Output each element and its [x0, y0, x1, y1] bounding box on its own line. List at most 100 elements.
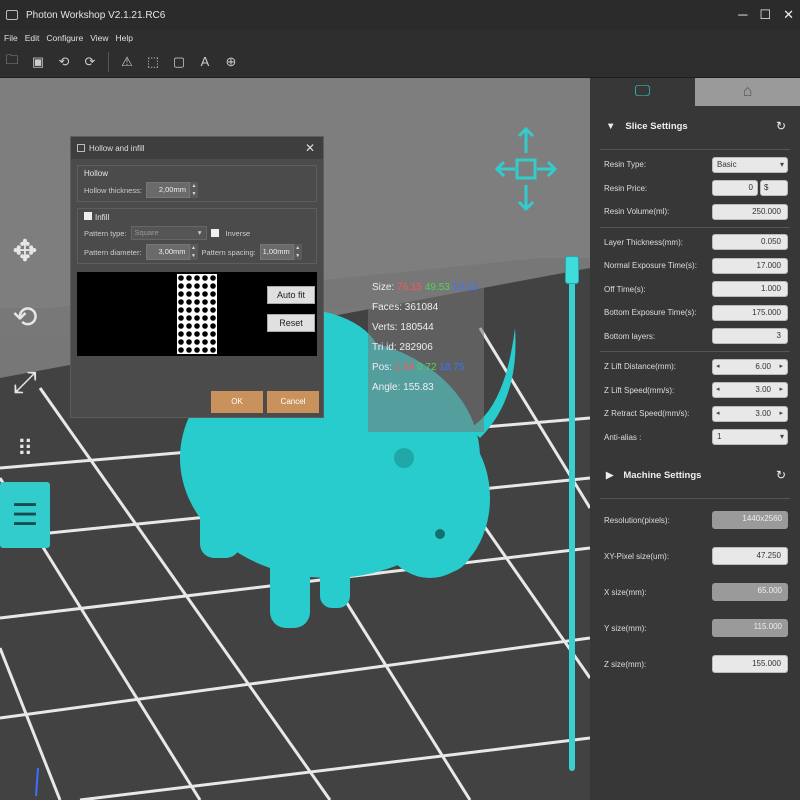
view-navigation-cube[interactable]	[495, 125, 557, 213]
increment-icon[interactable]: ▸	[779, 360, 783, 374]
menu-file[interactable]: File	[4, 33, 18, 43]
resin-volume-input[interactable]: 250.000	[712, 203, 788, 220]
pattern-diameter-stepper[interactable]: 3,00mm ▲ ▼	[145, 244, 198, 260]
reset-button[interactable]: Reset	[267, 314, 315, 332]
hollow-thickness-stepper[interactable]: 2,00mm ▲ ▼	[145, 182, 198, 198]
off-time-input[interactable]: 1.000	[712, 281, 788, 298]
layer-thickness-input[interactable]: 0.050	[712, 234, 788, 251]
decrement-icon[interactable]: ◂	[716, 360, 720, 374]
faces-count: Faces: 361084	[372, 302, 439, 313]
machine-settings-header[interactable]: ▶ Machine Settings ↻	[590, 455, 800, 495]
ok-button[interactable]: OK	[211, 391, 263, 413]
slice-icon[interactable]: ▢	[171, 54, 187, 70]
maximize-button[interactable]: ☐	[759, 7, 771, 23]
app-icon	[6, 10, 18, 20]
resin-type-select[interactable]: Basic	[712, 156, 788, 173]
menu-view[interactable]: View	[90, 33, 108, 43]
size-label: Size:	[372, 282, 395, 293]
inverse-checkbox[interactable]	[210, 229, 219, 237]
layers-icon[interactable]: ☰	[0, 482, 50, 548]
minimize-button[interactable]: ─	[738, 7, 747, 23]
xy-pixel-input[interactable]: 47.250	[712, 547, 788, 565]
hollow-thickness-input[interactable]: 2,00mm	[145, 182, 190, 198]
auto-fit-button[interactable]: Auto fit	[267, 286, 315, 304]
anti-alias-select[interactable]: 1	[712, 429, 788, 446]
tab-slice-settings[interactable]: 🖵	[590, 78, 695, 106]
open-file-icon[interactable]: 🗀	[4, 52, 20, 70]
tab-machine[interactable]: ⌂	[695, 78, 800, 106]
hollow-group: Hollow Hollow thickness: 2,00mm ▲ ▼	[77, 165, 317, 202]
redo-icon[interactable]: ⟳	[82, 54, 98, 70]
z-retract-speed-value[interactable]: 3.00	[755, 409, 771, 418]
undo-icon[interactable]: ⟲	[56, 54, 72, 70]
hollow-infill-dialog: Hollow and infill ✕ Hollow Hollow thickn…	[70, 136, 324, 418]
decrement-icon[interactable]: ◂	[716, 383, 720, 397]
toolbar: 🗀 ▣ ⟲ ⟳ ⚠ ⬚ ▢ A ⊕	[0, 46, 800, 78]
move-icon[interactable]: ✥	[0, 218, 50, 284]
z-retract-speed-spinner[interactable]: ◂ 3.00 ▸	[712, 405, 788, 422]
infill-checkbox[interactable]	[84, 212, 92, 220]
resin-price-label: Resin Price:	[604, 183, 648, 193]
y-size-label: Y size(mm):	[604, 623, 647, 633]
slice-settings-title: Slice Settings	[625, 120, 688, 132]
support-icon[interactable]: ⚠	[119, 54, 135, 70]
window-title: Photon Workshop V2.1.21.RC6	[26, 9, 166, 21]
globe-icon[interactable]: ⊕	[223, 54, 239, 70]
increment-icon[interactable]: ▸	[779, 407, 783, 421]
inverse-label: Inverse	[225, 228, 251, 238]
stepper-arrows-icon[interactable]: ▲ ▼	[189, 182, 198, 198]
z-lift-distance-spinner[interactable]: ◂ 6.00 ▸	[712, 358, 788, 375]
pattern-type-select[interactable]: Square	[130, 226, 207, 240]
triangle-id: Tri id: 282906	[372, 342, 433, 353]
stepper-arrows-icon[interactable]: ▲ ▼	[189, 244, 198, 260]
resin-type-label: Resin Type:	[604, 160, 647, 170]
bottom-layers-input[interactable]: 3	[712, 328, 788, 345]
menu-edit[interactable]: Edit	[25, 33, 40, 43]
resin-price-input[interactable]: 0	[712, 180, 758, 197]
pattern-spacing-stepper[interactable]: 1,00mm ▲ ▼	[259, 244, 302, 260]
menu-configure[interactable]: Configure	[46, 33, 83, 43]
size-z: 19.53	[452, 282, 478, 293]
layout-icon[interactable]: ⠿	[0, 416, 50, 482]
layer-slider-thumb[interactable]	[565, 256, 579, 284]
increment-icon[interactable]: ▸	[779, 383, 783, 397]
z-size-label: Z size(mm):	[604, 659, 647, 669]
cancel-button[interactable]: Cancel	[267, 391, 319, 413]
bottom-exposure-label: Bottom Exposure Time(s):	[604, 308, 697, 318]
z-lift-speed-value[interactable]: 3.00	[755, 385, 771, 394]
layer-slider[interactable]	[565, 256, 579, 771]
bottom-exposure-input[interactable]: 175.000	[712, 304, 788, 321]
scale-icon[interactable]: ⤢	[0, 350, 50, 416]
bottom-layers-label: Bottom layers:	[604, 331, 656, 341]
close-button[interactable]: ✕	[783, 7, 794, 23]
infill-pattern-preview	[177, 274, 217, 354]
normal-exposure-input[interactable]: 17.000	[712, 257, 788, 274]
dialog-close-icon[interactable]: ✕	[305, 141, 315, 155]
slice-settings-header[interactable]: ▼ Slice Settings ↻	[590, 106, 800, 146]
menu-help[interactable]: Help	[116, 33, 133, 43]
machine-settings-title: Machine Settings	[623, 469, 702, 481]
pos-y: 0.72	[417, 362, 437, 373]
rotate-icon[interactable]: ⟲	[0, 284, 50, 350]
menu-bar: File Edit Configure View Help	[0, 30, 800, 46]
z-size-input[interactable]: 155.000	[712, 655, 788, 673]
save-icon[interactable]: ▣	[30, 54, 46, 70]
resin-currency-select[interactable]: $	[760, 180, 788, 197]
decrement-icon[interactable]: ◂	[716, 407, 720, 421]
pattern-spacing-input[interactable]: 1,00mm	[259, 244, 294, 260]
x-size-value: 65.000	[712, 583, 788, 601]
stepper-arrows-icon[interactable]: ▲ ▼	[293, 244, 302, 260]
title-bar: Photon Workshop V2.1.21.RC6 ─ ☐ ✕	[0, 0, 800, 30]
refresh-icon[interactable]: ↻	[776, 119, 786, 133]
z-lift-distance-value[interactable]: 6.00	[755, 362, 771, 371]
dialog-titlebar: Hollow and infill ✕	[71, 137, 323, 159]
collapse-triangle-icon: ▼	[606, 120, 616, 132]
z-lift-speed-spinner[interactable]: ◂ 3.00 ▸	[712, 382, 788, 399]
pattern-type-label: Pattern type:	[84, 228, 127, 238]
pattern-diameter-input[interactable]: 3,00mm	[145, 244, 190, 260]
refresh-icon[interactable]: ↻	[776, 468, 786, 482]
hollow-icon[interactable]: ⬚	[145, 54, 161, 70]
y-size-value: 115.000	[712, 619, 788, 637]
text-icon[interactable]: A	[197, 54, 213, 70]
pos-x: 1.69	[394, 362, 415, 373]
